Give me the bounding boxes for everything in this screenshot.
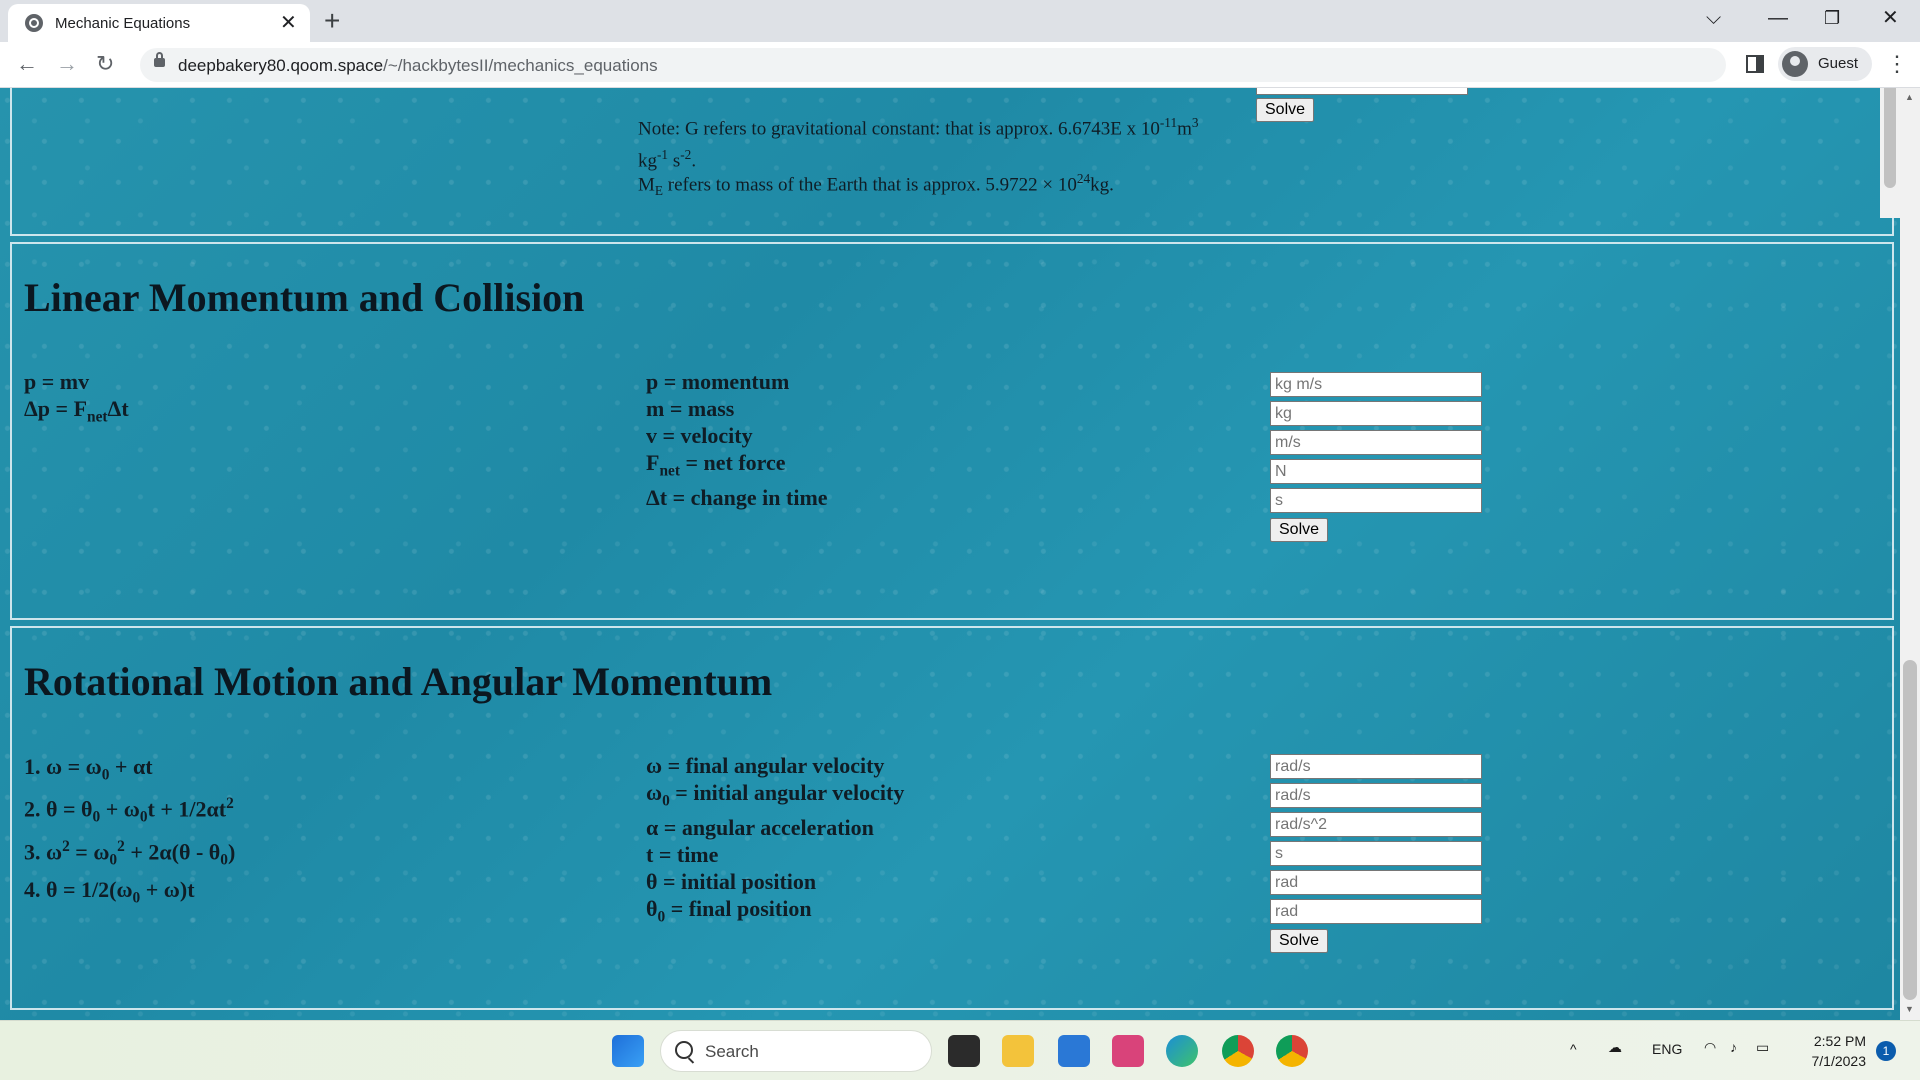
gravitation-time-field[interactable]	[1256, 88, 1468, 95]
taskbar-search[interactable]: Search	[660, 1030, 932, 1072]
initial-position-input[interactable]	[1270, 870, 1482, 895]
rotation-equations: 1. ω = ω0 + αt 2. θ = θ0 + ω0t + 1/2αt2 …	[24, 754, 236, 907]
momentum-equations: p = mv Δp = FnetΔt	[24, 369, 129, 426]
back-button[interactable]: ←	[16, 50, 38, 78]
language-indicator[interactable]: ENG	[1652, 1041, 1682, 1057]
page-scroll-thumb[interactable]	[1903, 660, 1917, 1000]
gravitation-section: Solve Note: G refers to gravitational co…	[10, 88, 1900, 236]
restore-button[interactable]: ❐	[1824, 6, 1840, 30]
time-input[interactable]	[1270, 841, 1482, 866]
tab-search-chevron-icon[interactable]: ⌵	[1706, 6, 1721, 30]
angular-acceleration-input[interactable]	[1270, 812, 1482, 837]
profile-button[interactable]: Guest	[1778, 47, 1872, 81]
inner-scrollbar[interactable]	[1880, 88, 1900, 218]
search-label: Search	[705, 1042, 759, 1061]
earth-mass-note: ME refers to mass of the Earth that is a…	[638, 171, 1114, 199]
clock-date: 7/1/2023	[1811, 1053, 1867, 1069]
minimize-button[interactable]: —	[1768, 6, 1788, 30]
windows-taskbar: Search ^ ☁ ENG ◠ ♪ ▭ 2:52 PM 7/1/2023 1	[0, 1020, 1920, 1080]
clock-time: 2:52 PM	[1813, 1033, 1866, 1049]
lock-icon	[154, 52, 165, 67]
side-panel-icon[interactable]	[1746, 55, 1764, 73]
tab-close-icon[interactable]: ✕	[280, 11, 297, 35]
rotation-section: Rotational Motion and Angular Momentum 1…	[10, 626, 1894, 1010]
volume-icon[interactable]: ♪	[1730, 1039, 1737, 1055]
final-position-input[interactable]	[1270, 899, 1482, 924]
profile-label: Guest	[1818, 55, 1859, 72]
reload-button[interactable]: ↻	[96, 50, 114, 78]
system-clock[interactable]: 2:52 PM 7/1/2023	[1800, 1031, 1867, 1071]
edge-browser-icon[interactable]	[1166, 1035, 1198, 1067]
notification-badge[interactable]: 1	[1876, 1041, 1896, 1061]
sticky-notes-icon[interactable]	[948, 1035, 980, 1067]
file-explorer-icon[interactable]	[1002, 1035, 1034, 1067]
rotation-definitions: ω = final angular velocity ω0 = initial …	[646, 753, 905, 926]
onedrive-icon[interactable]: ☁	[1608, 1039, 1622, 1056]
page-scrollbar[interactable]: ▲ ▼	[1900, 88, 1920, 1020]
new-tab-button[interactable]: +	[324, 6, 340, 36]
section-title: Linear Momentum and Collision	[24, 275, 585, 320]
address-bar[interactable]: deepbakery80.qoom.space/~/hackbytesII/me…	[140, 48, 1726, 82]
avatar-icon	[1782, 51, 1808, 77]
start-windows-icon[interactable]	[612, 1035, 644, 1067]
final-angular-velocity-input[interactable]	[1270, 754, 1482, 779]
forward-button[interactable]: →	[56, 50, 78, 78]
tab-strip: Mechanic Equations ✕ + ⌵ — ❐ ✕	[0, 0, 1920, 42]
browser-toolbar: ← → ↻ deepbakery80.qoom.space/~/hackbyte…	[0, 42, 1920, 88]
scroll-up-arrow-icon[interactable]: ▲	[1905, 92, 1914, 102]
battery-icon[interactable]: ▭	[1756, 1039, 1769, 1056]
momentum-solve-button[interactable]: Solve	[1270, 518, 1329, 542]
section-title: Rotational Motion and Angular Momentum	[24, 659, 773, 704]
snipping-tool-icon[interactable]	[1112, 1035, 1144, 1067]
momentum-definitions: p = momentum m = mass v = velocity Fnet …	[646, 369, 828, 511]
notepad-icon[interactable]	[1058, 1035, 1090, 1067]
close-window-button[interactable]: ✕	[1882, 6, 1899, 30]
initial-angular-velocity-input[interactable]	[1270, 783, 1482, 808]
gravitational-constant-note: Note: G refers to gravitational constant…	[638, 115, 1199, 172]
tab-title: Mechanic Equations	[55, 15, 191, 32]
scroll-down-arrow-icon[interactable]: ▼	[1905, 1004, 1914, 1014]
velocity-input[interactable]	[1270, 430, 1482, 455]
momentum-section: Linear Momentum and Collision p = mv Δp …	[10, 242, 1894, 620]
show-hidden-icons-chevron-icon[interactable]: ^	[1570, 1041, 1577, 1057]
page-viewport: Solve Note: G refers to gravitational co…	[0, 88, 1920, 1020]
time-change-input[interactable]	[1270, 488, 1482, 513]
url-text[interactable]: deepbakery80.qoom.space/~/hackbytesII/me…	[178, 56, 658, 76]
search-icon	[675, 1041, 693, 1059]
mass-input[interactable]	[1270, 401, 1482, 426]
active-tab[interactable]: Mechanic Equations ✕	[8, 4, 310, 42]
rotation-solve-button[interactable]: Solve	[1270, 929, 1329, 953]
net-force-input[interactable]	[1270, 459, 1482, 484]
chrome-icon[interactable]	[1222, 1035, 1254, 1067]
globe-icon	[25, 14, 43, 32]
chrome-active-icon[interactable]	[1276, 1035, 1308, 1067]
gravitation-solve-button[interactable]: Solve	[1256, 98, 1315, 122]
wifi-icon[interactable]: ◠	[1704, 1039, 1716, 1056]
inner-scroll-thumb[interactable]	[1884, 88, 1896, 188]
menu-kebab-icon[interactable]: ⋮	[1886, 50, 1908, 78]
momentum-input[interactable]	[1270, 372, 1482, 397]
